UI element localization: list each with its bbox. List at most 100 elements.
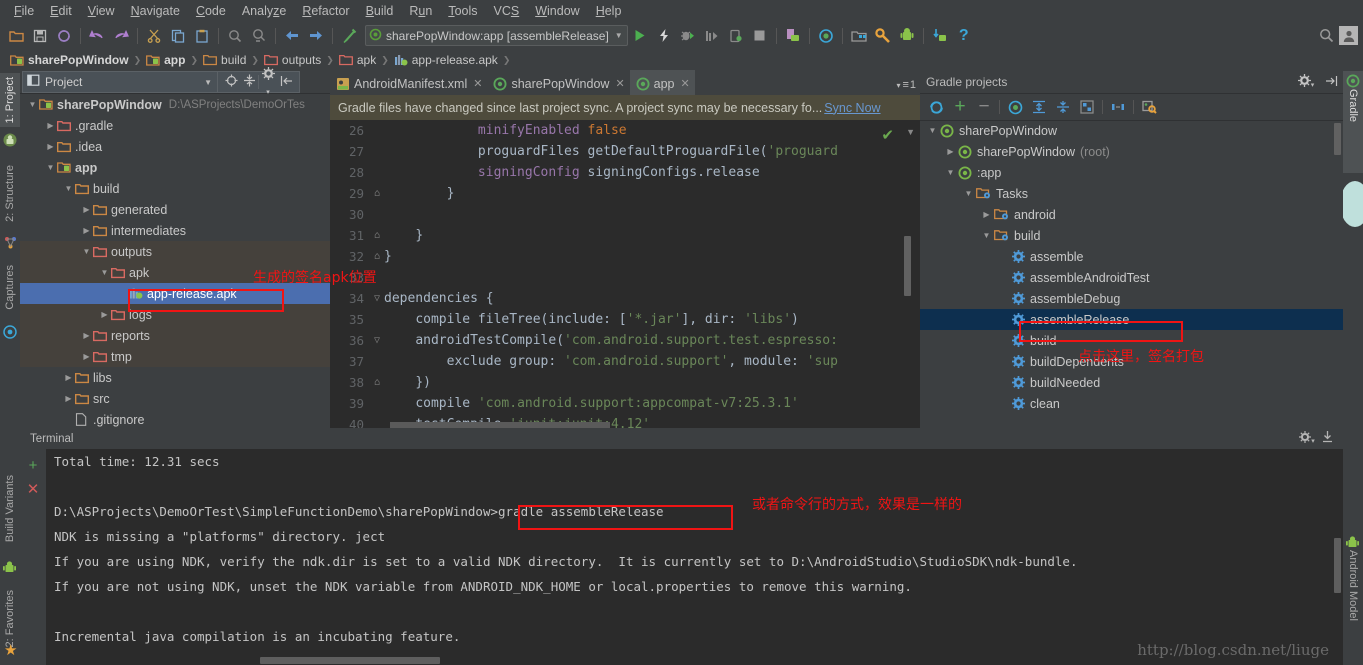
help-icon[interactable]: ? [953, 25, 975, 47]
cut-icon[interactable] [143, 25, 165, 47]
menu-item-analyze[interactable]: Analyze [234, 0, 294, 22]
chevron-right-icon[interactable]: ▶ [982, 210, 991, 219]
hide-panel-icon[interactable] [277, 75, 295, 90]
terminal-vertical-scrollbar[interactable] [1334, 538, 1341, 593]
project-tree-row[interactable]: ▶ src [20, 388, 330, 409]
chevron-right-icon[interactable]: ▶ [82, 205, 91, 214]
project-tree-row[interactable]: ▶ reports [20, 325, 330, 346]
chevron-down-icon[interactable]: ▼ [982, 231, 991, 240]
gradle-tree-row[interactable]: ▶ sharePopWindow (root) [920, 141, 1343, 162]
sync-icon[interactable] [53, 25, 75, 47]
project-tree-row[interactable]: ▼ build [20, 178, 330, 199]
profile-icon[interactable] [725, 25, 747, 47]
chevron-right-icon[interactable]: ▶ [82, 352, 91, 361]
close-tab-icon[interactable]: ✕ [20, 477, 46, 501]
search-icon[interactable] [1315, 25, 1337, 47]
project-tree-row[interactable]: ▶ .gradle [20, 115, 330, 136]
editor-vertical-scrollbar[interactable] [904, 236, 911, 296]
inspection-status-icon[interactable]: ✔ [881, 126, 894, 144]
chevron-down-icon[interactable]: ▼ [615, 31, 623, 40]
find-icon[interactable] [224, 25, 246, 47]
debug-icon[interactable] [677, 25, 699, 47]
sync-gradle-icon[interactable] [815, 25, 837, 47]
back-icon[interactable] [281, 25, 303, 47]
gradle-task-tree[interactable]: ▼ sharePopWindow ▶ sharePopWindow (root) ▼:ap… [920, 120, 1343, 428]
breadcrumb-item-sharepopwindow[interactable]: sharePopWindow [6, 51, 133, 69]
close-icon[interactable]: ✕ [681, 77, 690, 90]
remove-icon[interactable]: − [972, 96, 996, 117]
locate-icon[interactable] [222, 74, 240, 90]
menu-item-vcs[interactable]: VCS [486, 0, 528, 22]
chevron-down-icon[interactable]: ▼ [46, 163, 55, 172]
collapse-all-icon[interactable] [240, 74, 258, 90]
gradle-tree-row[interactable]: ▼ Tasks [920, 183, 1343, 204]
forward-icon[interactable] [305, 25, 327, 47]
menu-item-code[interactable]: Code [188, 0, 234, 22]
gradle-tree-row[interactable]: assembleRelease [920, 309, 1343, 330]
collapse-all-icon[interactable] [1051, 97, 1075, 117]
run-coverage-icon[interactable] [701, 25, 723, 47]
gradle-tree-row[interactable]: ▼ build [920, 225, 1343, 246]
code-fold-marker[interactable]: ⌂ [370, 377, 384, 388]
chevron-down-icon[interactable]: ▼ [28, 100, 37, 109]
open-folder-icon[interactable] [5, 25, 27, 47]
chevron-right-icon[interactable]: ▶ [64, 394, 73, 403]
gradle-tree-row[interactable]: assembleDebug [920, 288, 1343, 309]
sidebar-item-build-variants[interactable]: Build Variants [0, 471, 20, 546]
chevron-down-icon[interactable]: ▼ [946, 168, 955, 177]
settings-gear-icon[interactable]: ▾ [259, 67, 277, 97]
paste-icon[interactable] [191, 25, 213, 47]
breadcrumb-item-build[interactable]: build [199, 51, 250, 69]
gradle-tree-row[interactable]: ▼:app [920, 162, 1343, 183]
refresh-icon[interactable] [924, 97, 948, 117]
terminal-horizontal-scrollbar[interactable] [260, 657, 440, 664]
run-configuration-selector[interactable]: sharePopWindow:app [assembleRelease] ▼ [365, 25, 628, 46]
apply-changes-icon[interactable] [653, 25, 675, 47]
code-fold-marker[interactable]: ▽ [370, 293, 384, 304]
attach-project-icon[interactable] [1075, 97, 1099, 117]
gradle-tree-row[interactable]: clean [920, 393, 1343, 414]
sidebar-item-structure[interactable]: 2: Structure [0, 161, 20, 226]
code-editor[interactable]: 26 minifyEnabled false 27 proguardFiles g… [330, 120, 920, 428]
gradle-panel-scrollbar[interactable] [1334, 123, 1341, 155]
chevron-down-icon[interactable]: ▼ [100, 268, 109, 277]
hide-panel-icon[interactable] [1319, 75, 1343, 90]
gradle-tree-row[interactable]: buildNeeded [920, 372, 1343, 393]
attach-debugger-icon[interactable] [929, 25, 951, 47]
close-icon[interactable]: ✕ [473, 77, 482, 90]
gradle-tree-row[interactable]: assembleAndroidTest [920, 267, 1343, 288]
breadcrumb-item-app[interactable]: app [142, 51, 189, 69]
chevron-down-icon[interactable]: ▼ [64, 184, 73, 193]
gradle-tree-row[interactable]: ▶ android [920, 204, 1343, 225]
menu-item-file[interactable]: File [6, 0, 42, 22]
project-view-selector[interactable]: Project ▼ [22, 71, 218, 93]
menu-item-run[interactable]: Run [401, 0, 440, 22]
menu-item-refactor[interactable]: Refactor [294, 0, 357, 22]
editor-tab-androidmanifest-xml[interactable]: AndroidManifest.xml ✕ [330, 70, 487, 95]
chevron-right-icon[interactable]: ▶ [46, 142, 55, 151]
terminal-output[interactable]: Total time: 12.31 secs D:\ASProjects\Demo… [46, 449, 1331, 657]
editor-tab-sharepopwindow[interactable]: sharePopWindow ✕ [487, 70, 629, 95]
sidebar-item-captures[interactable]: Captures [0, 261, 20, 314]
android-device-monitor-icon[interactable] [896, 25, 918, 47]
toggle-offline-icon[interactable] [1106, 97, 1130, 117]
chevron-down-icon[interactable]: ▼ [928, 126, 937, 135]
menu-item-help[interactable]: Help [588, 0, 630, 22]
project-tree-row[interactable]: ▶ .idea [20, 136, 330, 157]
execute-task-icon[interactable] [1003, 97, 1027, 117]
menu-item-edit[interactable]: Edit [42, 0, 80, 22]
chevron-down-icon[interactable]: ▼ [82, 247, 91, 256]
menu-item-window[interactable]: Window [527, 0, 587, 22]
gradle-tree-row[interactable]: assemble [920, 246, 1343, 267]
project-tree-row[interactable]: ▼ outputs [20, 241, 330, 262]
project-tree-row[interactable]: ▶ intermediates [20, 220, 330, 241]
copy-icon[interactable] [167, 25, 189, 47]
chevron-down-icon[interactable]: ▼ [204, 78, 212, 87]
save-all-icon[interactable] [29, 25, 51, 47]
code-fold-marker[interactable]: ▽ [370, 335, 384, 346]
project-tree-row[interactable]: ▼ app [20, 157, 330, 178]
stop-icon[interactable] [749, 25, 771, 47]
menu-item-build[interactable]: Build [358, 0, 402, 22]
editor-tab-overflow[interactable]: ▾ ≡ 1 [896, 79, 916, 91]
editor-tab-app[interactable]: app ✕ [629, 70, 695, 95]
